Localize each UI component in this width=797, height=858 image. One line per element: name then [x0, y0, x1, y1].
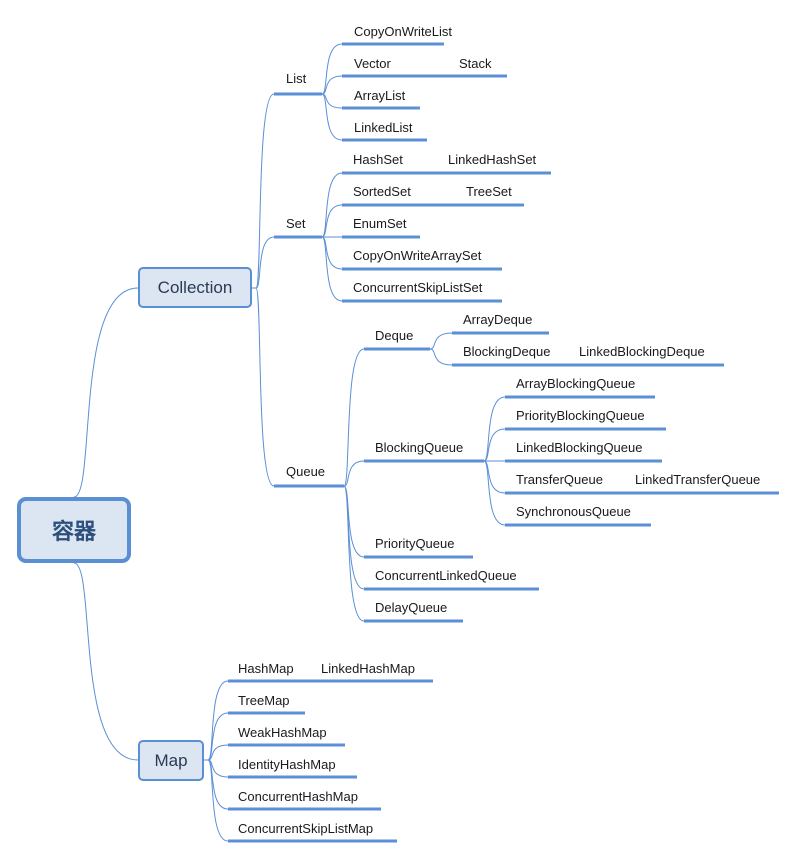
- mind-map-canvas: 容器 Collection Map List CopyOnWriteList V…: [0, 0, 797, 858]
- node-delayqueue[interactable]: DelayQueue: [375, 600, 447, 616]
- edge-map-item: [207, 680, 229, 761]
- node-linkedblockingqueue[interactable]: LinkedBlockingQueue: [516, 440, 642, 456]
- node-copyonwritelist[interactable]: CopyOnWriteList: [354, 24, 452, 40]
- node-stack[interactable]: Stack: [459, 56, 492, 72]
- node-vector[interactable]: Vector: [354, 56, 391, 72]
- root-node[interactable]: 容器: [17, 497, 131, 563]
- edge-collection-list: [255, 93, 275, 289]
- node-concurrentlinkedqueue[interactable]: ConcurrentLinkedQueue: [375, 568, 517, 584]
- node-collection[interactable]: Collection: [138, 267, 252, 308]
- node-sortedset[interactable]: SortedSet: [353, 184, 411, 200]
- edge-root-map: [73, 562, 139, 761]
- node-linkedhashmap[interactable]: LinkedHashMap: [321, 661, 415, 677]
- node-weakhashmap[interactable]: WeakHashMap: [238, 725, 327, 741]
- edge-root-collection: [73, 287, 139, 498]
- node-synchronousqueue[interactable]: SynchronousQueue: [516, 504, 631, 520]
- edge-list-item: [321, 43, 343, 95]
- node-linkedhashset[interactable]: LinkedHashSet: [448, 152, 536, 168]
- node-concurrentskiplistmap[interactable]: ConcurrentSkipListMap: [238, 821, 373, 837]
- node-arraylist[interactable]: ArrayList: [354, 88, 405, 104]
- node-queue[interactable]: Queue: [286, 464, 325, 480]
- node-treemap[interactable]: TreeMap: [238, 693, 290, 709]
- node-linkedtransferqueue[interactable]: LinkedTransferQueue: [635, 472, 760, 488]
- node-linkedblockingdeque[interactable]: LinkedBlockingDeque: [579, 344, 705, 360]
- node-identityhashmap[interactable]: IdentityHashMap: [238, 757, 336, 773]
- edge-queue-item: [343, 485, 365, 622]
- node-arrayblockingqueue[interactable]: ArrayBlockingQueue: [516, 376, 635, 392]
- node-set[interactable]: Set: [286, 216, 306, 232]
- node-treeset[interactable]: TreeSet: [466, 184, 512, 200]
- node-concurrentskiplistset[interactable]: ConcurrentSkipListSet: [353, 280, 482, 296]
- node-transferqueue[interactable]: TransferQueue: [516, 472, 603, 488]
- edge-list-item: [321, 93, 343, 141]
- node-arraydeque[interactable]: ArrayDeque: [463, 312, 532, 328]
- node-blockingqueue[interactable]: BlockingQueue: [375, 440, 463, 456]
- node-linkedlist[interactable]: LinkedList: [354, 120, 413, 136]
- node-copyonwritearrayset[interactable]: CopyOnWriteArraySet: [353, 248, 481, 264]
- edge-map-item: [207, 759, 229, 842]
- node-hashset[interactable]: HashSet: [353, 152, 403, 168]
- node-priorityqueue[interactable]: PriorityQueue: [375, 536, 454, 552]
- node-blockingdeque[interactable]: BlockingDeque: [463, 344, 550, 360]
- node-concurrenthashmap[interactable]: ConcurrentHashMap: [238, 789, 358, 805]
- node-enumset[interactable]: EnumSet: [353, 216, 406, 232]
- node-map[interactable]: Map: [138, 740, 204, 781]
- edge-collection-queue: [255, 287, 275, 487]
- edge-map-item: [207, 712, 229, 761]
- node-map-label: Map: [154, 750, 188, 770]
- edge-queue-deque: [343, 348, 365, 487]
- node-hashmap[interactable]: HashMap: [238, 661, 294, 677]
- edge-deque-item: [429, 348, 453, 366]
- node-list[interactable]: List: [286, 71, 306, 87]
- node-deque[interactable]: Deque: [375, 328, 413, 344]
- edge-set-item: [321, 204, 343, 238]
- edge-blockingqueue-item: [483, 428, 506, 462]
- root-node-label: 容器: [51, 519, 96, 544]
- edge-deque-item: [429, 332, 453, 350]
- node-priorityblockingqueue[interactable]: PriorityBlockingQueue: [516, 408, 645, 424]
- node-collection-label: Collection: [157, 277, 233, 297]
